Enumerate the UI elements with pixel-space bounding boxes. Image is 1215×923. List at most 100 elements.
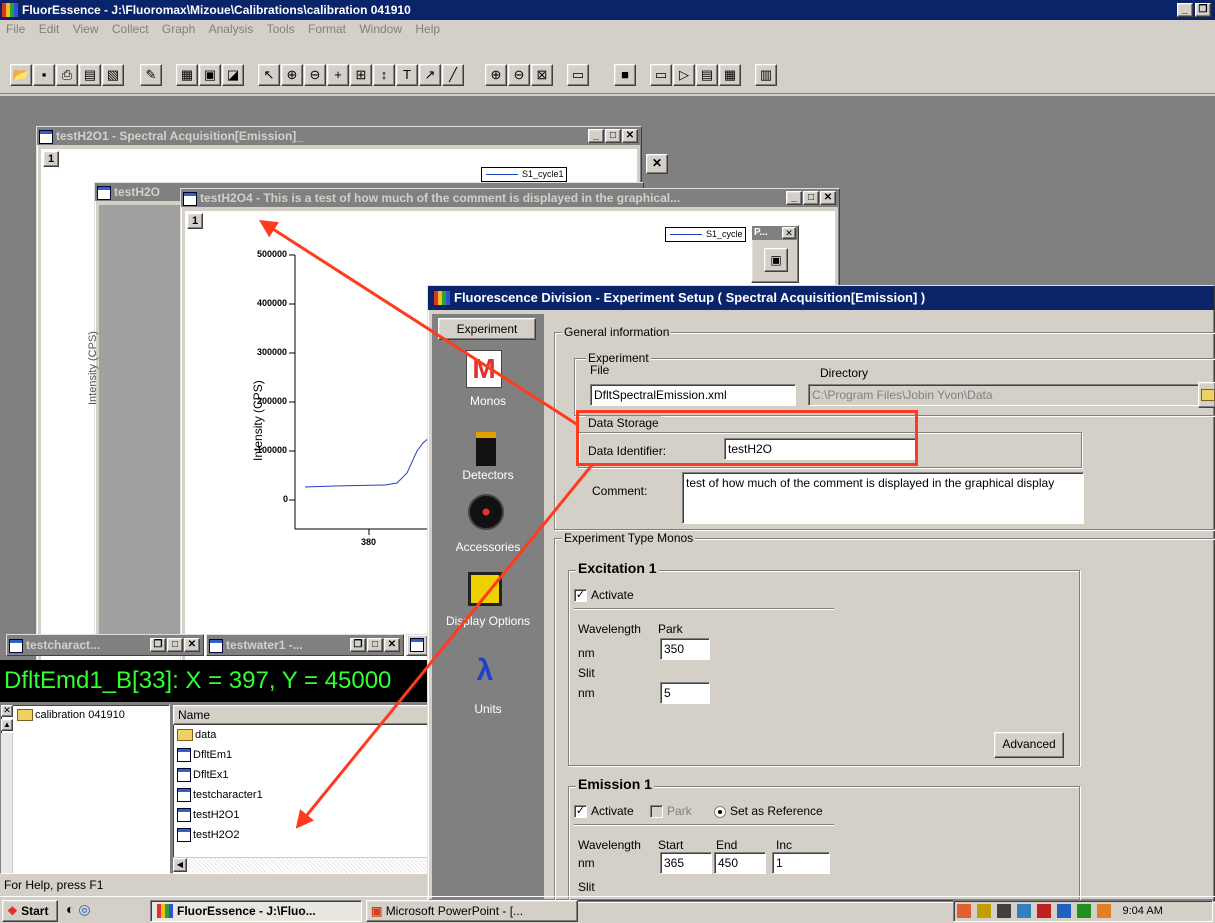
menu-analysis[interactable]: Analysis <box>209 22 254 36</box>
accessories-icon[interactable] <box>468 494 504 530</box>
edit-icon[interactable]: ✎ <box>140 64 162 86</box>
minimized-window-testwater1[interactable]: testwater1 -... ❐ □ ✕ <box>206 634 404 656</box>
tree-scrollbar[interactable] <box>1 733 13 873</box>
park-wavelength-input[interactable]: 350 <box>660 638 710 660</box>
stop-icon[interactable]: ■ <box>614 64 636 86</box>
restore-window-button[interactable]: ❐ <box>350 638 366 652</box>
minimize-window-button[interactable]: _ <box>786 191 802 205</box>
crosshair-icon[interactable]: + <box>327 64 349 86</box>
window-icon[interactable]: ▭ <box>567 64 589 86</box>
report-icon[interactable]: ▥ <box>755 64 777 86</box>
column-header-name[interactable]: Name <box>173 705 431 725</box>
tree-root-folder[interactable]: calibration 041910 <box>17 709 125 722</box>
zoom-out-icon[interactable]: ⊖ <box>304 64 326 86</box>
palette-close-icon[interactable]: ✕ <box>782 227 796 239</box>
close-window-button-hidden[interactable]: ✕ <box>646 154 668 174</box>
sidebar-item-detectors[interactable]: Detectors <box>432 468 544 482</box>
legend[interactable]: S1_cycle1 <box>481 167 567 182</box>
menu-window[interactable]: Window <box>359 22 402 36</box>
text-tool-icon[interactable]: T <box>396 64 418 86</box>
picture-icon[interactable]: ▣ <box>764 248 788 272</box>
batch-icon[interactable]: ▤ <box>696 64 718 86</box>
menu-edit[interactable]: Edit <box>39 22 60 36</box>
line-tool-icon[interactable]: ╱ <box>442 64 464 86</box>
list-item[interactable]: testH2O1 <box>173 805 429 825</box>
sync-icon[interactable] <box>1017 904 1032 919</box>
close-explorer-icon[interactable]: ✕ <box>1 705 13 717</box>
screen-reader-icon[interactable]: ⊞ <box>350 64 372 86</box>
minimize-app-button[interactable]: _ <box>1177 3 1193 17</box>
layer-index[interactable]: 1 <box>43 151 59 167</box>
restore-window-button[interactable]: ❐ <box>150 638 166 652</box>
fit-icon[interactable]: ⊠ <box>531 64 553 86</box>
sidebar-item-units[interactable]: Units <box>432 702 544 716</box>
print-icon[interactable]: ⎙ <box>56 64 78 86</box>
open-icon[interactable]: 📂 <box>10 64 32 86</box>
data-reader-icon[interactable]: ↕ <box>373 64 395 86</box>
detectors-icon[interactable] <box>476 432 496 466</box>
display-options-icon[interactable] <box>468 572 502 606</box>
sidebar-item-accessories[interactable]: Accessories <box>432 540 544 554</box>
close-window-button[interactable]: ✕ <box>622 129 638 143</box>
restore-app-button[interactable]: ❐ <box>1195 3 1211 17</box>
run-icon[interactable]: ▷ <box>673 64 695 86</box>
minimize-window-button[interactable]: _ <box>588 129 604 143</box>
preview-icon[interactable]: ▤ <box>79 64 101 86</box>
close-window-button[interactable]: ✕ <box>820 191 836 205</box>
start-button[interactable]: ❖ Start <box>2 900 58 922</box>
save-icon[interactable]: ▪ <box>33 64 55 86</box>
list-item[interactable]: testH2O2 <box>173 825 429 845</box>
arrow-tool-icon[interactable]: ↗ <box>419 64 441 86</box>
close-window-button[interactable]: ✕ <box>384 638 400 652</box>
zoom-in-icon[interactable]: ⊕ <box>281 64 303 86</box>
monos-icon[interactable]: M <box>466 350 502 388</box>
experiment-setup-dialog[interactable]: Fluorescence Division - Experiment Setup… <box>427 285 1215 902</box>
scroll-left-icon[interactable]: ◀ <box>173 858 187 872</box>
menu-collect[interactable]: Collect <box>112 22 149 36</box>
experiment-file-input[interactable]: DfltSpectralEmission.xml <box>590 384 796 406</box>
page-icon[interactable]: ▧ <box>102 64 124 86</box>
list-item[interactable]: testcharacter1 <box>173 785 429 805</box>
layout-icon[interactable]: ◪ <box>222 64 244 86</box>
menu-view[interactable]: View <box>73 22 99 36</box>
sidebar-item-display-options[interactable]: Display Options <box>432 614 544 628</box>
network-icon[interactable] <box>957 904 971 919</box>
emission-activate-checkbox[interactable]: ✓ Activate <box>574 804 634 819</box>
close-window-button[interactable]: ✕ <box>184 638 200 652</box>
pin-explorer-icon[interactable]: ▲ <box>1 719 13 731</box>
units-icon[interactable]: λ <box>466 654 504 690</box>
lock-icon[interactable] <box>977 904 992 919</box>
list-item[interactable]: DfltEm1 <box>173 745 429 765</box>
list-item[interactable]: DfltEx1 <box>173 765 429 785</box>
increment-input[interactable]: 1 <box>772 852 830 874</box>
clock[interactable]: 9:04 AM <box>1123 905 1163 917</box>
graph-window-titlebar[interactable]: testH2O1 - Spectral Acquisition[Emission… <box>37 127 641 145</box>
graph-icon[interactable]: ▣ <box>199 64 221 86</box>
list-horizontal-scrollbar[interactable]: ◀ <box>173 857 429 873</box>
dialog-titlebar[interactable]: Fluorescence Division - Experiment Setup… <box>428 286 1214 310</box>
project-file-list[interactable]: Name data DfltEm1 DfltEx1 testcharacter1… <box>172 704 431 874</box>
project-tree[interactable]: ✕ ▲ calibration 041910 <box>0 704 170 874</box>
sidebar-item-monos[interactable]: Monos <box>432 394 544 408</box>
minimized-window-partial[interactable] <box>406 634 428 656</box>
worksheet-icon[interactable]: ▦ <box>176 64 198 86</box>
display-icon[interactable] <box>1057 904 1072 919</box>
app-titlebar[interactable]: FluorEssence - J:\Fluoromax\Mizoue\Calib… <box>0 0 1215 20</box>
vpn-icon[interactable] <box>1077 904 1092 919</box>
taskbar-item-powerpoint[interactable]: ▣ Microsoft PowerPoint - [... <box>366 900 578 922</box>
browser-icon[interactable]: ◎ <box>78 901 90 917</box>
end-wavelength-input[interactable]: 450 <box>714 852 766 874</box>
pointer-icon[interactable]: ↖ <box>258 64 280 86</box>
minimized-window-testcharact[interactable]: testcharact... ❐ □ ✕ <box>6 634 204 656</box>
hardware-icon[interactable]: ▦ <box>719 64 741 86</box>
floating-palette[interactable]: P... ✕ ▣ <box>751 225 799 283</box>
volume-icon[interactable] <box>997 904 1012 919</box>
advanced-button[interactable]: Advanced <box>994 732 1064 758</box>
set-as-reference-radio[interactable]: Set as Reference <box>714 804 823 818</box>
maximize-window-button[interactable]: □ <box>167 638 183 652</box>
antivirus-icon[interactable] <box>1037 904 1052 919</box>
maximize-window-button[interactable]: □ <box>803 191 819 205</box>
start-wavelength-input[interactable]: 365 <box>660 852 712 874</box>
list-item[interactable]: data <box>173 725 429 745</box>
desktop-icon[interactable]: ◐ <box>66 901 74 917</box>
